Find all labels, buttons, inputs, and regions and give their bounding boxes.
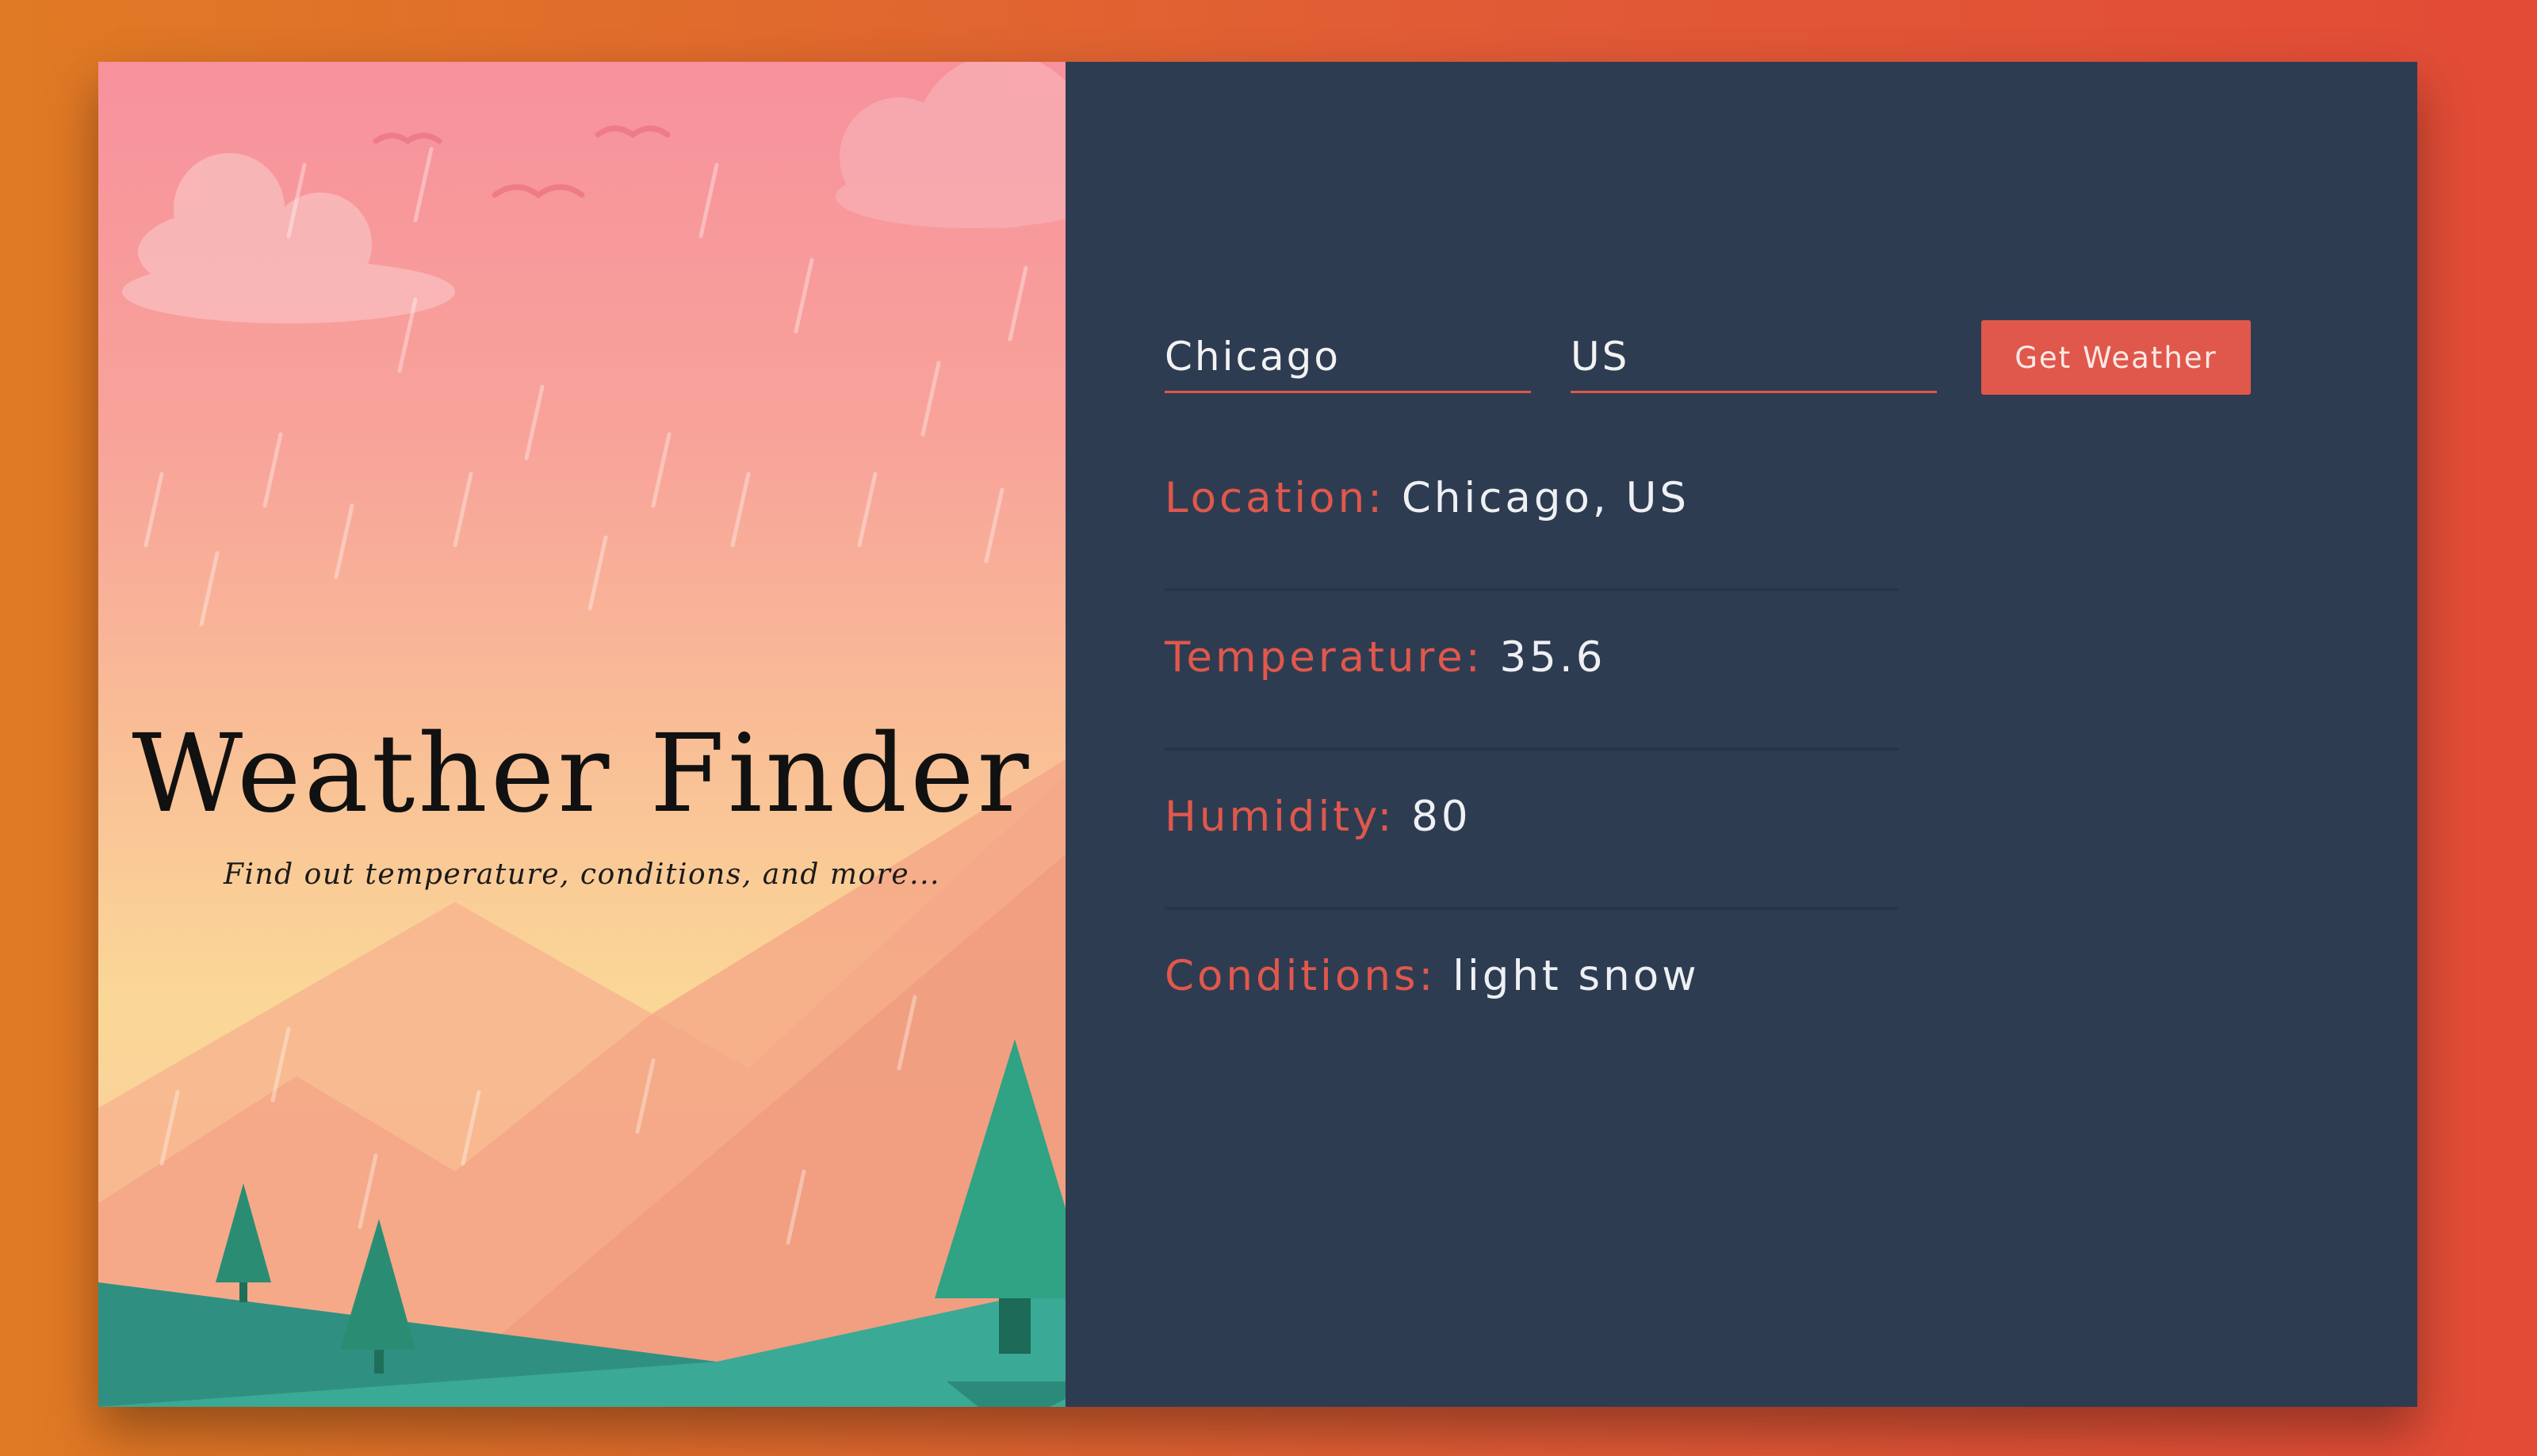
location-value: Chicago, US bbox=[1401, 474, 1690, 522]
app-subtitle: Find out temperature, conditions, and mo… bbox=[224, 858, 940, 891]
divider bbox=[1165, 747, 1899, 751]
location-label: Location: bbox=[1165, 474, 1386, 522]
city-input[interactable] bbox=[1165, 334, 1531, 380]
country-field bbox=[1571, 317, 1937, 393]
temperature-label: Temperature: bbox=[1165, 633, 1483, 682]
weather-panel: Get Weather Location: Chicago, US Temper… bbox=[1066, 62, 2417, 1407]
hero-illustration-panel: Weather Finder Find out temperature, con… bbox=[98, 62, 1066, 1407]
result-row-temperature: Temperature: 35.6 bbox=[1165, 633, 1899, 793]
humidity-label: Humidity: bbox=[1165, 793, 1395, 841]
divider bbox=[1165, 588, 1899, 591]
app-title: Weather Finder bbox=[132, 712, 1032, 837]
conditions-value: light snow bbox=[1452, 952, 1700, 1000]
country-input[interactable] bbox=[1571, 334, 1937, 380]
result-row-location: Location: Chicago, US bbox=[1165, 474, 1899, 633]
conditions-label: Conditions: bbox=[1165, 952, 1437, 1000]
result-row-humidity: Humidity: 80 bbox=[1165, 793, 1899, 952]
weather-results: Location: Chicago, US Temperature: 35.6 … bbox=[1165, 474, 1899, 1111]
search-form: Get Weather bbox=[1165, 317, 2251, 395]
get-weather-button[interactable]: Get Weather bbox=[1981, 320, 2251, 395]
app-card: Weather Finder Find out temperature, con… bbox=[98, 62, 2417, 1407]
divider bbox=[1165, 907, 1899, 910]
result-row-conditions: Conditions: light snow bbox=[1165, 952, 1899, 1111]
temperature-value: 35.6 bbox=[1499, 633, 1606, 682]
city-field bbox=[1165, 317, 1531, 393]
humidity-value: 80 bbox=[1411, 793, 1471, 841]
